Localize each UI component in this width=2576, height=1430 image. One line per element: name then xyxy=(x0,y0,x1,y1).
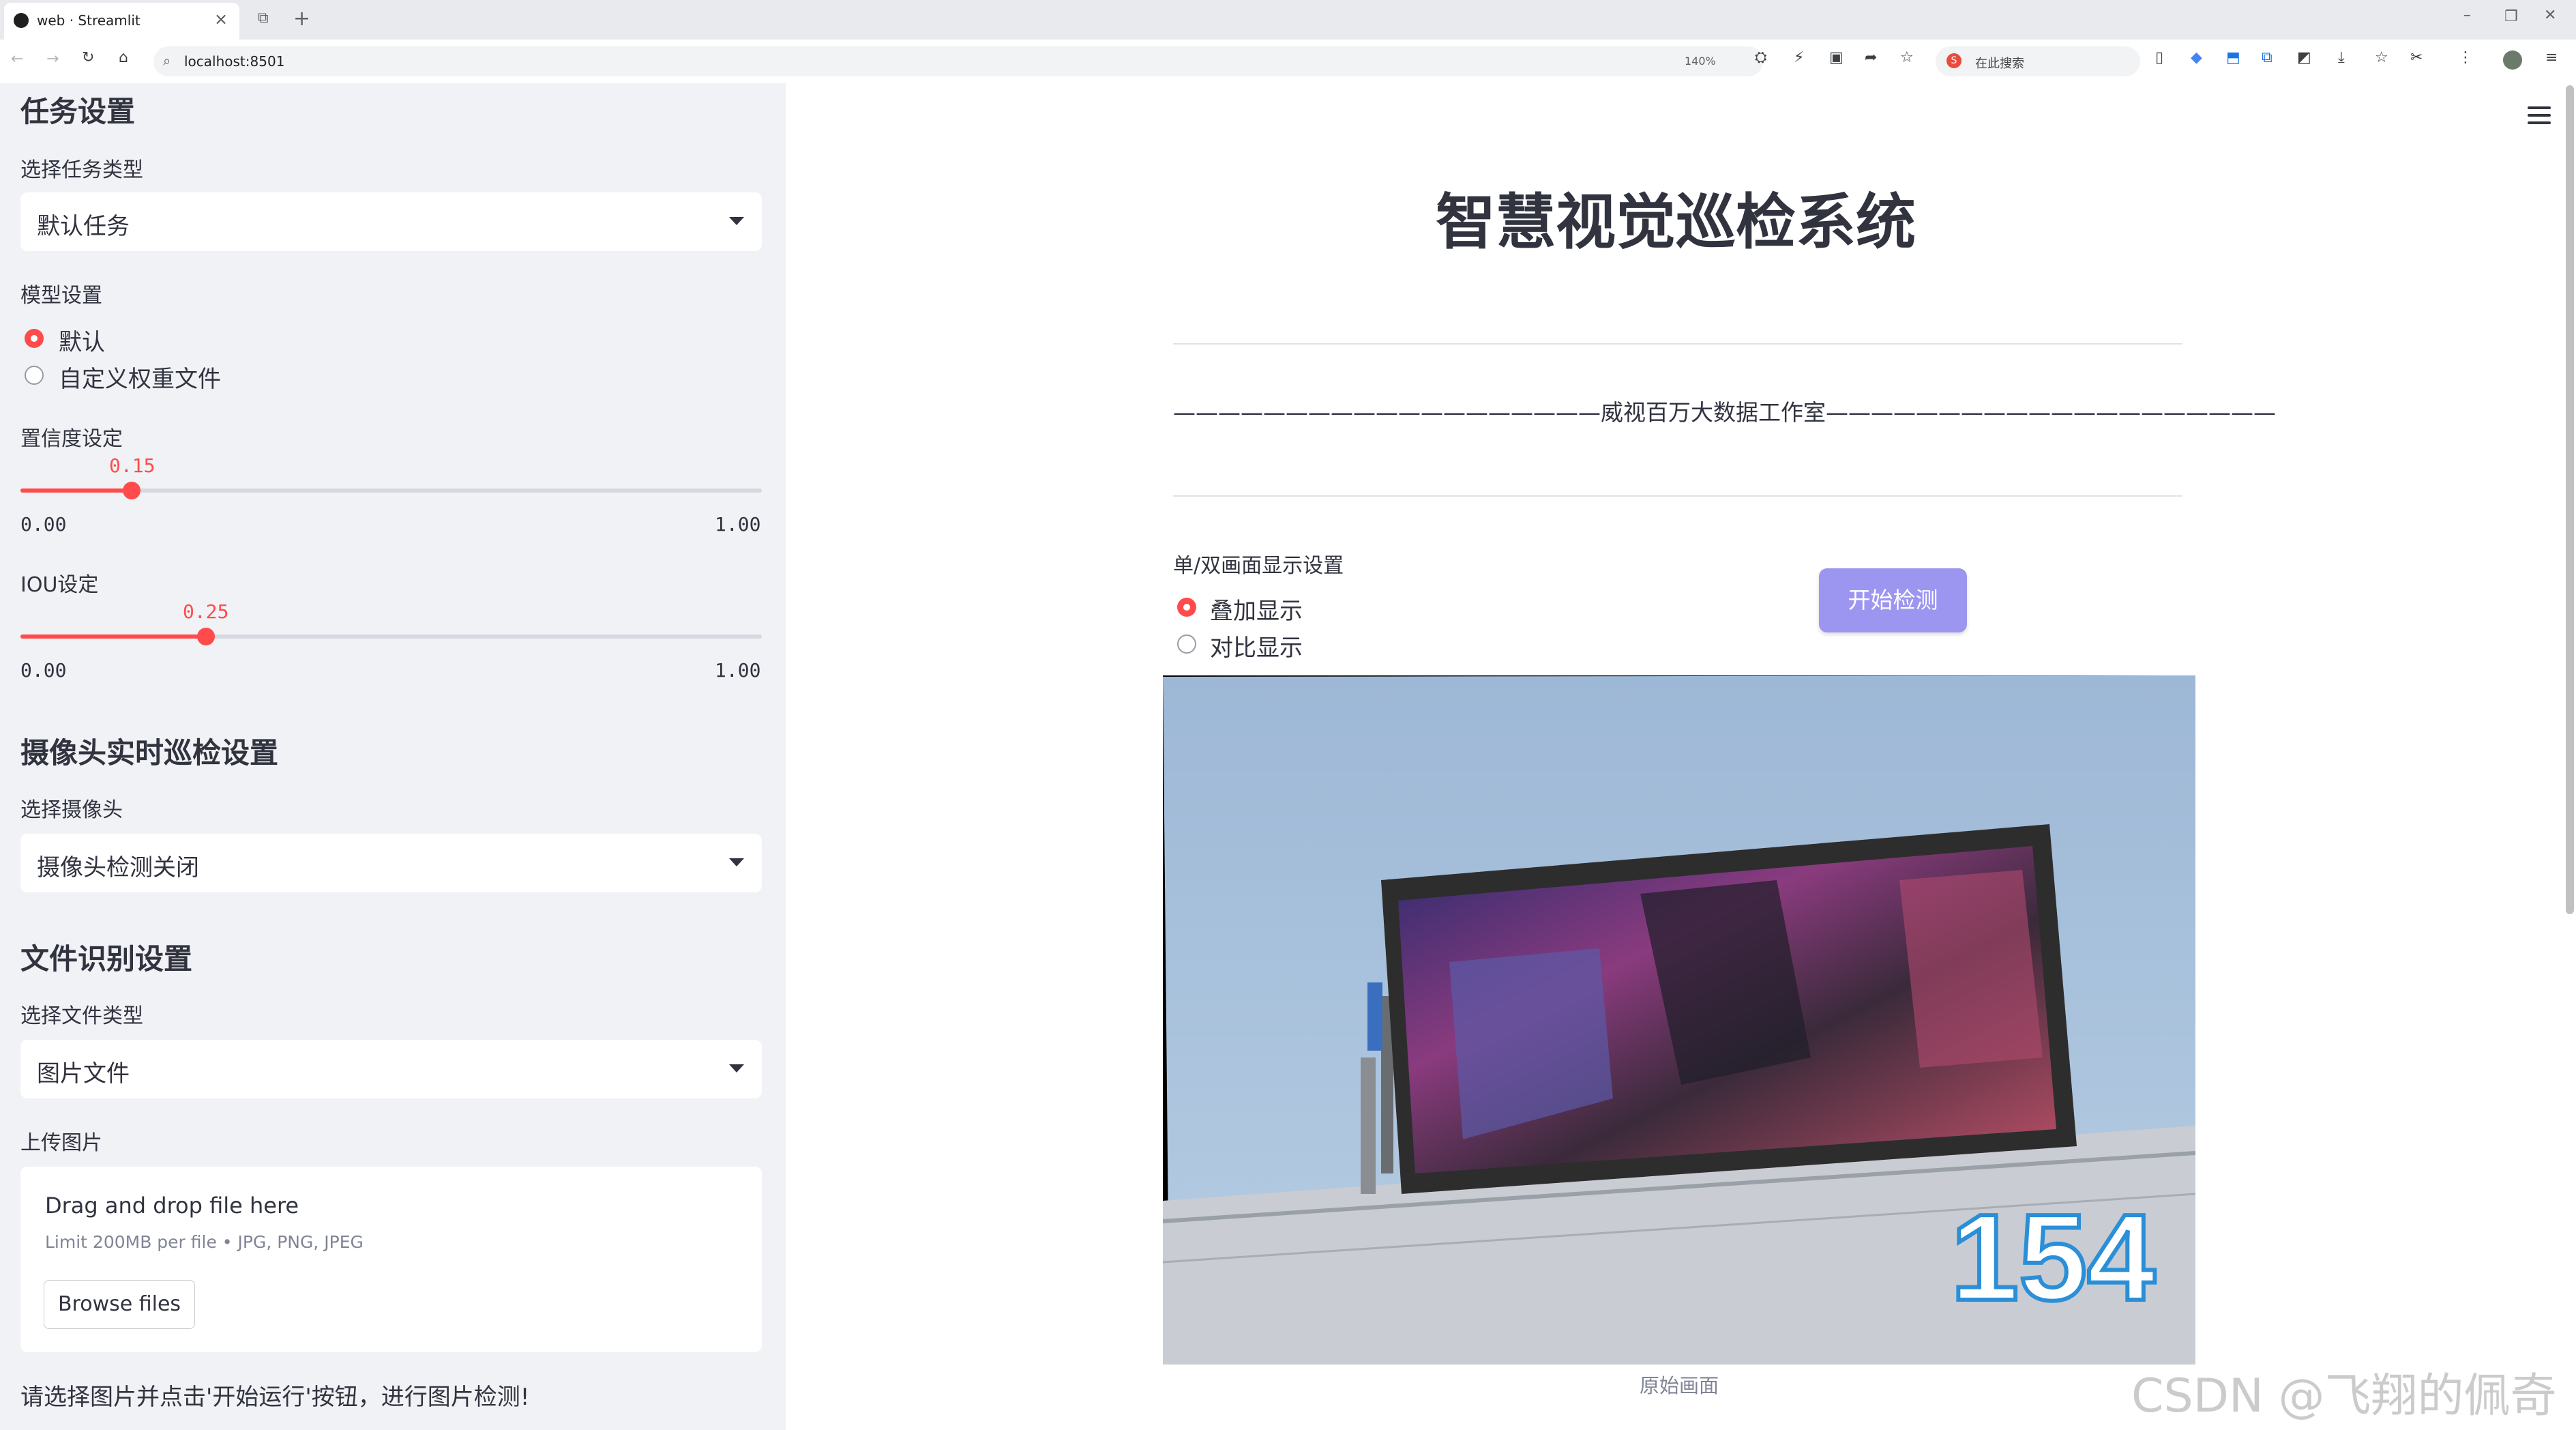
hamburger-menu-icon[interactable] xyxy=(2528,106,2551,124)
scissors-icon[interactable]: ✂ xyxy=(2410,49,2423,66)
lightning-icon[interactable]: ⚡ xyxy=(1794,49,1804,66)
conf-slider-value: 0.15 xyxy=(109,454,156,477)
search-engine-logo-icon: S xyxy=(1946,53,1961,68)
watermark-text: CSDN @飞翔的佩奇 xyxy=(2131,1369,2557,1423)
browser-search-box[interactable]: S 在此搜索 xyxy=(1936,46,2140,76)
start-detection-button[interactable]: 开始检测 xyxy=(1819,568,1967,632)
tab-groups-icon[interactable]: ⧉ xyxy=(258,10,269,27)
conf-slider-thumb[interactable] xyxy=(123,482,141,499)
divider-top xyxy=(1173,343,2182,345)
share-icon[interactable]: ➦ xyxy=(1865,49,1877,66)
task-type-label: 选择任务类型 xyxy=(20,158,143,182)
iou-label: IOU设定 xyxy=(20,573,99,597)
display-mode-label: 单/双画面显示设置 xyxy=(1173,554,1344,578)
task-type-value: 默认任务 xyxy=(37,213,130,240)
upload-hint-text: 请选择图片并点击'开始运行'按钮，进行图片检测! xyxy=(20,1384,530,1411)
chevron-down-icon xyxy=(729,217,744,225)
image-number: 154 xyxy=(1951,1189,2155,1326)
browser-tab-strip xyxy=(0,0,2576,40)
profile-avatar[interactable] xyxy=(2503,50,2522,70)
conf-slider-max: 1.00 xyxy=(715,513,761,536)
zoom-level[interactable]: 140% xyxy=(1685,55,1716,68)
radio-model-default[interactable] xyxy=(25,329,44,348)
reload-icon[interactable]: ↻ xyxy=(82,49,94,66)
iou-slider-fill xyxy=(20,634,206,639)
url-text: localhost:8501 xyxy=(184,53,285,70)
phone-icon[interactable]: ▯ xyxy=(2155,49,2163,66)
file-section-title: 文件识别设置 xyxy=(20,942,193,976)
display-option-overlay: 叠加显示 xyxy=(1210,598,1303,625)
extension-pin-icon[interactable]: ⬒ xyxy=(2226,49,2240,66)
image-caption: 原始画面 xyxy=(1639,1374,1719,1397)
chevron-down-icon xyxy=(729,1064,744,1072)
display-option-compare: 对比显示 xyxy=(1210,634,1303,662)
original-image: 154 xyxy=(1163,675,2195,1365)
extension-diamond-icon[interactable]: ◆ xyxy=(2191,49,2202,66)
radio-overlay-display[interactable] xyxy=(1177,598,1196,617)
model-option-default: 默认 xyxy=(59,329,105,356)
close-tab-icon[interactable]: × xyxy=(214,10,228,29)
radio-model-custom[interactable] xyxy=(25,366,44,385)
search-icon: ⌕ xyxy=(163,53,171,69)
home-icon[interactable]: ⌂ xyxy=(119,49,128,66)
file-type-select[interactable]: 图片文件 xyxy=(20,1040,762,1098)
page-scrollbar[interactable] xyxy=(2566,85,2574,914)
iou-slider-max: 1.00 xyxy=(715,659,761,682)
restore-icon[interactable]: ❐ xyxy=(2504,8,2518,25)
more-menu-icon[interactable]: ⋮ xyxy=(2458,49,2473,66)
task-section-title: 任务设置 xyxy=(20,95,136,128)
dropzone-text: Drag and drop file here xyxy=(45,1193,299,1219)
divider-bottom xyxy=(1173,495,2182,497)
extension-translate-icon[interactable]: ⧉ xyxy=(2262,49,2272,66)
camera-select[interactable]: 摄像头检测关闭 xyxy=(20,834,762,892)
new-tab-icon[interactable]: + xyxy=(293,7,310,31)
studio-banner-text: ———————————————————威视百万大数据工作室———————————… xyxy=(1173,399,2276,426)
bookmarks-icon[interactable]: ☆ xyxy=(2375,49,2388,66)
browse-files-button[interactable]: Browse files xyxy=(44,1280,195,1329)
chevron-down-icon xyxy=(729,858,744,866)
camera-section-title: 摄像头实时巡检设置 xyxy=(20,736,279,770)
camera-label: 选择摄像头 xyxy=(20,798,123,822)
dropzone-limit-text: Limit 200MB per file • JPG, PNG, JPEG xyxy=(45,1232,364,1252)
favorite-star-icon[interactable]: ☆ xyxy=(1900,49,1914,66)
conf-slider-fill xyxy=(20,488,132,493)
iou-slider-value: 0.25 xyxy=(183,600,229,623)
camera-value: 摄像头检测关闭 xyxy=(37,854,199,881)
radio-compare-display[interactable] xyxy=(1177,634,1196,654)
minimize-icon[interactable]: – xyxy=(2463,7,2471,24)
upload-label: 上传图片 xyxy=(20,1131,102,1155)
task-type-select[interactable]: 默认任务 xyxy=(20,192,762,251)
search-placeholder: 在此搜索 xyxy=(1975,57,2024,71)
billboard-photo: 154 xyxy=(1163,675,2195,1365)
iou-slider-thumb[interactable] xyxy=(196,628,215,645)
conf-label: 置信度设定 xyxy=(20,427,123,451)
file-type-value: 图片文件 xyxy=(37,1060,130,1088)
model-label: 模型设置 xyxy=(20,284,102,308)
translate-icon[interactable]: ⛭ xyxy=(1755,49,1767,66)
forward-icon[interactable]: → xyxy=(46,50,59,68)
page-title: 智慧视觉巡检系统 xyxy=(1435,187,1916,257)
tab-title: web · Streamlit xyxy=(37,12,140,29)
model-option-custom: 自定义权重文件 xyxy=(59,366,221,393)
back-icon[interactable]: ← xyxy=(11,50,23,68)
download-icon[interactable]: ⤓ xyxy=(2338,49,2345,66)
window-close-icon[interactable]: ✕ xyxy=(2544,7,2556,24)
streamlit-favicon-icon xyxy=(14,13,29,28)
file-type-label: 选择文件类型 xyxy=(20,1004,143,1028)
iou-slider-min: 0.00 xyxy=(20,659,67,682)
conf-slider-min: 0.00 xyxy=(20,513,67,536)
address-bar[interactable]: ⌕ localhost:8501 140% xyxy=(153,46,1763,76)
browser-menu-icon[interactable]: ≡ xyxy=(2545,49,2558,66)
extension-chart-icon[interactable]: ◩ xyxy=(2297,49,2311,66)
browser-tab[interactable]: web · Streamlit × xyxy=(4,3,239,40)
screenshot-icon[interactable]: ▣ xyxy=(1829,49,1844,66)
